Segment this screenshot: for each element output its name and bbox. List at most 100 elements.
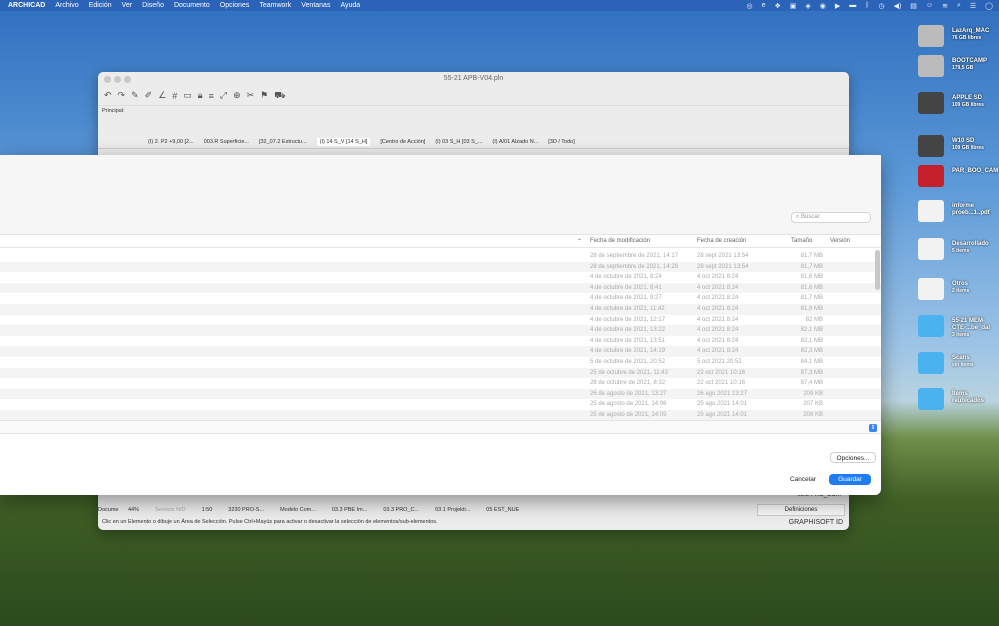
record-icon[interactable]: ◉ — [820, 2, 826, 10]
menu-edicion[interactable]: Edición — [89, 2, 112, 9]
grid-icon[interactable]: # — [172, 91, 177, 101]
search-input[interactable]: ⌕ Buscar — [791, 212, 871, 223]
file-row[interactable]: 28 de septiembre de 2021, 14:28 28 sept 2… — [0, 261, 881, 273]
file-row[interactable]: 4 de octubre de 2021, 11:42 4 oct 2021 8:… — [0, 303, 881, 315]
wifi-icon[interactable]: ≋ — [942, 2, 948, 10]
control-center-icon[interactable]: ☰ — [970, 2, 976, 10]
status-item[interactable]: 05 EST_NUE — [486, 507, 519, 513]
menu-documento[interactable]: Documento — [174, 2, 210, 9]
icon-subtitle: 179,5 GB — [952, 65, 974, 71]
redo-icon[interactable]: ↷ — [118, 90, 126, 101]
fit-icon[interactable]: ⤢ — [220, 90, 227, 101]
menu-ver[interactable]: Ver — [122, 2, 133, 9]
tab-view[interactable]: (I) 2. P2 +9,00 [2... — [148, 139, 194, 145]
user-icon[interactable]: ☺ — [926, 2, 933, 9]
zoom-button[interactable] — [124, 76, 131, 83]
volume-icon[interactable]: ◀) — [894, 2, 902, 10]
status-item[interactable]: 03.1 Projekti... — [435, 507, 470, 513]
file-row[interactable]: 4 de octubre de 2021, 13:51 4 oct 2021 8:… — [0, 336, 881, 347]
sort-icon[interactable]: ⌃ — [577, 238, 582, 245]
flag-icon[interactable]: ⚑ — [260, 90, 268, 101]
zoom-value[interactable]: 44% — [128, 507, 139, 513]
pick-icon[interactable]: ✎ — [131, 90, 139, 101]
graphisoft-id[interactable]: GRAPHISOFT ID — [789, 519, 843, 526]
dropbox-icon[interactable]: ❖ — [774, 2, 780, 10]
cancel-button[interactable]: Cancelar — [782, 474, 824, 485]
menu-ayuda[interactable]: Ayuda — [340, 2, 360, 9]
file-row[interactable]: 25 de octubre de 2021, 11:43 22 oct 2021 … — [0, 367, 881, 379]
status-item[interactable]: 3230 PRO-S... — [228, 507, 264, 513]
filter-icon[interactable]: ⊕ — [233, 90, 241, 101]
file-size: 81,9 MB — [800, 305, 823, 312]
search-icon[interactable]: ⌕ — [957, 2, 961, 10]
browser-icon[interactable]: e — [762, 2, 766, 9]
col-created[interactable]: Fecha de creación — [697, 238, 746, 244]
save-button[interactable]: Guardar — [829, 474, 871, 485]
tab-view[interactable]: [32_07.2 Estructu... — [259, 139, 307, 145]
file-row[interactable]: 4 de octubre de 2021, 8:24 4 oct 2021 8:2… — [0, 272, 881, 283]
file-row[interactable]: 25 de agosto de 2021, 14:06 25 ago 2021 1… — [0, 399, 881, 410]
scrollbar[interactable] — [875, 250, 880, 290]
options-button[interactable]: Opciones... — [830, 452, 876, 463]
desktop-icon-label: BOOTCAMP 179,5 GB — [952, 58, 987, 72]
col-version[interactable]: Versión — [830, 238, 850, 244]
file-row[interactable]: 28 de septiembre de 2021, 14:17 28 sept 2… — [0, 251, 881, 262]
play-icon[interactable]: ▶ — [835, 2, 840, 10]
time-machine-icon[interactable]: ◷ — [878, 2, 884, 10]
layers-icon[interactable]: ≡ — [209, 91, 214, 101]
file-size: 81,7 MB — [800, 253, 823, 259]
scale-value[interactable]: 1:50 — [202, 507, 213, 513]
format-popup[interactable]: ⇕ — [869, 424, 877, 432]
col-size[interactable]: Tamaño — [791, 238, 812, 244]
menu-app[interactable]: ARCHICAD — [8, 2, 45, 9]
file-row[interactable]: 4 de octubre de 2021, 8:41 4 oct 2021 8:2… — [0, 282, 881, 294]
app-icon[interactable]: ◎ — [746, 2, 752, 10]
display-icon[interactable]: ▬ — [849, 2, 856, 9]
file-icon — [918, 278, 944, 300]
menu-teamwork[interactable]: Teamwork — [259, 2, 291, 9]
file-row[interactable]: 5 de octubre de 2021, 20:52 5 oct 2021 20… — [0, 357, 881, 368]
close-button[interactable] — [104, 76, 111, 83]
file-row[interactable]: 25 de agosto de 2021, 14:09 25 ago 2021 1… — [0, 409, 881, 421]
file-row[interactable]: 4 de octubre de 2021, 9:27 4 oct 2021 8:2… — [0, 293, 881, 304]
file-row[interactable]: 4 de octubre de 2021, 14:19 4 oct 2021 8:… — [0, 346, 881, 357]
menu-opciones[interactable]: Opciones — [220, 2, 250, 9]
file-size: 81,7 MB — [800, 263, 823, 270]
file-size: 209 KB — [803, 390, 823, 397]
status-item[interactable]: 03.3 PRO_C... — [383, 507, 419, 513]
menu-diseno[interactable]: Diseño — [142, 2, 164, 9]
tab-view-active[interactable]: (I) 14 S_V [14 S_H] — [316, 138, 371, 146]
drive-icon[interactable]: ▣ — [790, 2, 797, 10]
icon-subtitle: 5 ítems — [952, 248, 970, 254]
tab-view[interactable]: (I) 03 S_H [03 S_... — [435, 139, 482, 145]
created-date: 4 oct 2021 8:24 — [697, 316, 739, 323]
icon-subtitle: 109 GB libres — [952, 145, 984, 151]
minimize-button[interactable] — [114, 76, 121, 83]
trim-icon[interactable]: ✂ — [247, 90, 255, 101]
definiciones-button[interactable]: Definiciones — [757, 504, 845, 516]
menu-archivo[interactable]: Archivo — [55, 2, 78, 9]
pen-icon[interactable]: ✐ — [145, 90, 153, 101]
col-modified[interactable]: Fecha de modificación — [590, 238, 650, 244]
tab-view[interactable]: 003.R Superficie... — [204, 139, 249, 145]
bluetooth-icon[interactable]: ᛒ — [865, 2, 869, 9]
lock-icon[interactable]: 🔒︎ — [198, 90, 203, 101]
car-icon[interactable]: ⛟ — [274, 90, 285, 102]
file-row[interactable]: 4 de octubre de 2021, 12:17 4 oct 2021 8:… — [0, 315, 881, 326]
file-row[interactable]: 4 de octubre de 2021, 13:22 4 oct 2021 8:… — [0, 325, 881, 336]
tab-view[interactable]: (I) A/01 Alzado N... — [492, 139, 538, 145]
siri-icon[interactable]: ◯ — [985, 2, 993, 10]
undo-icon[interactable]: ↶ — [104, 90, 112, 101]
keyboard-icon[interactable]: ▤ — [910, 2, 917, 10]
angle-icon[interactable]: ∠ — [158, 90, 166, 101]
file-row[interactable]: 26 de agosto de 2021, 13:27 26 ago 2021 1… — [0, 388, 881, 400]
file-row[interactable]: 28 de octubre de 2021, 8:32 22 oct 2021 1… — [0, 378, 881, 389]
tab-view[interactable]: [Centro de Acción] — [380, 139, 425, 145]
menu-ventanas[interactable]: Ventanas — [301, 2, 330, 9]
select-icon[interactable]: ▭ — [183, 90, 192, 101]
tab-view[interactable]: [3D / Todo] — [548, 139, 575, 145]
app2-icon[interactable]: ◈ — [805, 2, 810, 10]
status-item[interactable]: Modelo Com... — [280, 507, 316, 513]
service-value[interactable]: Servicio N/D — [155, 507, 186, 513]
status-item[interactable]: 03.3 PBE Im... — [332, 507, 367, 513]
